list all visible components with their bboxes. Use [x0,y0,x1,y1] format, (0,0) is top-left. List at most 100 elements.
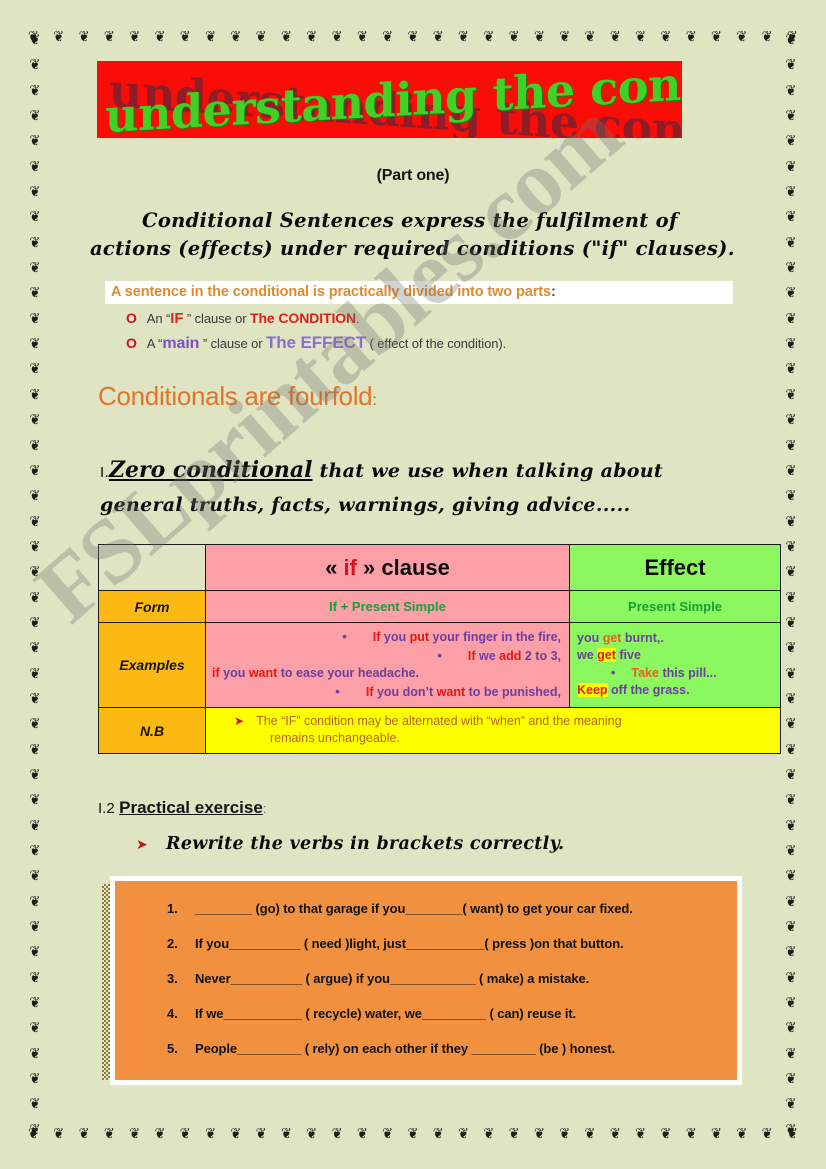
table-corner-cell [98,544,206,591]
border-ornament-icon: ❦ [306,1125,318,1143]
border-ornament-icon: ❦ [785,1096,797,1114]
bullet-segment: ” clause or [183,311,251,326]
examples-if-cell: • If you put your finger in the fire, • If … [205,622,570,708]
border-ornament-icon: ❦ [635,28,647,46]
example-segment: Take [631,665,659,680]
example-line: we get five [577,647,774,665]
dot-bullet-icon: • [342,629,347,644]
example-segment: get [597,648,616,662]
border-ornament-icon: ❦ [785,614,797,633]
border-ornament-icon: ❦ [129,28,141,46]
border-ornament-icon: ❦ [29,31,41,50]
example-segment: 2 to 3, [521,648,561,663]
border-ornament-icon: ❦ [29,1096,41,1114]
exercise-item[interactable]: 4. If we___________ ( recycle) water, we_… [115,996,737,1031]
example-segment: If [467,648,476,663]
border-ornament-icon: ❦ [785,412,797,430]
border-ornament-icon: ❦ [584,28,596,46]
exercise-item-text: If you__________ ( need )light, just____… [195,936,624,951]
if-head-post: » clause [356,554,450,580]
border-ornament-icon: ❦ [785,361,797,379]
example-line: you get burnt,. [577,630,774,648]
border-ornament-icon: ❦ [711,1125,722,1143]
border-ornament-icon: ❦ [29,386,41,404]
exercise-item-text: If we___________ ( recycle) water, we___… [195,1006,577,1021]
border-ornament-icon: ❦ [29,741,41,759]
intro-paragraph: Conditional Sentences express the fulfil… [90,209,735,260]
border-ornament-icon: ❦ [29,893,41,911]
header-effect: Effect [569,544,781,591]
border-ornament-icon: ❦ [432,28,444,46]
exercise-item[interactable]: 5. People_________ ( rely) on each other … [115,1031,737,1066]
border-ornament-icon: ❦ [29,868,41,886]
border-ornament-icon: ❦ [785,107,797,126]
ring-bullet-icon: O [126,310,137,326]
worksheet-page: ❦ ❦ ❦ ❦ ❦ ❦ ❦ ❦ ❦ ❦ ❦ ❦ ❦ ❦ ❦ ❦ ❦ ❦ ❦ ❦ ❦ ❦ ❦ ❦ ❦ ❦ ❦ ❦ ❦ ❦ ❦ ❦ ❦ ❦ ❦ ❦ ❦ ❦ ❦… [0,0,826,1169]
border-ornament-icon: ❦ [29,1045,41,1063]
exercise-box: 1. ________ (go) to that garage if you___… [110,876,742,1085]
border-ornament-icon: ❦ [331,28,343,46]
nb-cell: ➤ The “IF” condition may be alternated wi… [205,707,781,754]
example-segment: you [577,630,603,645]
bullet-segment: An “ [146,311,171,326]
border-ornament-icon: ❦ [29,133,41,151]
border-ornament-icon: ❦ [785,82,797,100]
border-ornament-icon: ❦ [785,792,797,810]
border-ornament-icon: ❦ [29,513,41,531]
example-line: • Take this pill... [577,665,774,683]
exercise-box-wrapper: 1. ________ (go) to that garage if you___… [102,876,742,1085]
practical-title: Practical exercise [119,798,263,817]
border-ornament-icon: ❦ [29,1020,41,1038]
border-ornament-icon: ❦ [559,28,571,46]
dot-bullet-icon: • [437,647,442,663]
exercise-item[interactable]: 1. ________ (go) to that garage if you___… [115,891,737,926]
example-segment: you [219,666,249,680]
border-ornament-icon: ❦ [533,1125,545,1143]
border-ornament-icon: ❦ [407,28,419,46]
row-label-nb: N.B [98,707,206,754]
page-border-right: ❦ ❦ ❦ ❦ ❦ ❦ ❦ ❦ ❦ ❦ ❦ ❦ ❦ ❦ ❦ ❦ ❦ ❦ ❦ ❦ ❦ ❦ ❦ ❦ ❦ ❦ ❦ ❦ ❦ ❦ ❦ ❦ ❦ ❦ ❦ ❦ ❦ ❦ ❦ ❦… [784,31,798,1138]
border-ornament-icon: ❦ [29,336,41,354]
exercise-item[interactable]: 2. If you__________ ( need )light, just__… [115,926,737,961]
fourfold-heading: Conditionals are fourfold: [98,381,774,412]
bullet-segment: IF [170,310,184,327]
fourfold-heading-text: Conditionals are fourfold [98,381,373,411]
border-ornament-icon: ❦ [331,1125,343,1143]
border-ornament-icon: ❦ [785,1045,797,1063]
border-ornament-icon: ❦ [179,28,191,46]
example-segment: Keep [577,683,608,697]
border-ornament-icon: ❦ [280,1125,292,1143]
border-ornament-icon: ❦ [29,437,41,455]
border-ornament-icon: ❦ [29,792,41,810]
border-ornament-icon: ❦ [785,336,797,354]
border-ornament-icon: ❦ [508,28,520,46]
if-head-pre: « [325,554,344,580]
zero-conditional-line: I.Zero conditional that we use when talk… [100,454,750,522]
form-if-text: If + Present Simple [329,599,446,614]
example-segment: want [248,666,278,680]
border-ornament-icon: ❦ [761,1125,773,1143]
border-ornament-icon: ❦ [205,28,216,46]
example-line: • If you put your finger in the fire, [212,628,561,647]
border-ornament-icon: ❦ [103,1125,115,1143]
border-ornament-icon: ❦ [29,766,41,785]
border-ornament-icon: ❦ [230,28,242,46]
border-ornament-icon: ❦ [508,1125,520,1143]
border-ornament-icon: ❦ [29,107,41,126]
border-ornament-icon: ❦ [785,868,797,886]
border-ornament-icon: ❦ [280,28,292,46]
border-ornament-icon: ❦ [29,564,41,582]
example-segment: if [212,666,220,680]
table-header-row: « if » clause Effect [98,544,781,591]
border-ornament-icon: ❦ [29,538,41,556]
border-ornament-icon: ❦ [29,310,41,328]
border-ornament-icon: ❦ [785,31,797,50]
border-ornament-icon: ❦ [785,1070,797,1089]
border-ornament-icon: ❦ [29,57,41,75]
page-border-top: ❦ ❦ ❦ ❦ ❦ ❦ ❦ ❦ ❦ ❦ ❦ ❦ ❦ ❦ ❦ ❦ ❦ ❦ ❦ ❦ ❦ ❦ ❦ ❦ ❦ ❦ ❦ ❦ ❦ ❦ ❦ [28,28,798,46]
border-ornament-icon: ❦ [483,28,495,46]
border-ornament-icon: ❦ [29,285,41,303]
border-ornament-icon: ❦ [29,488,41,506]
exercise-item-text: ________ (go) to that garage if you_____… [195,901,633,916]
exercise-item[interactable]: 3. Never__________ ( argue) if you_______… [115,961,737,996]
